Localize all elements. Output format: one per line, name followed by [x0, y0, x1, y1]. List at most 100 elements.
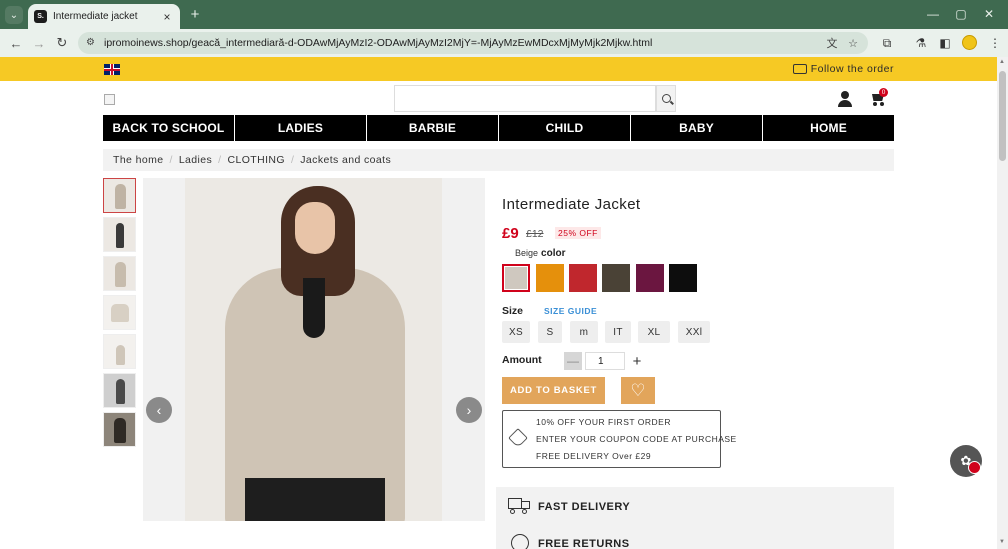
bookmark-star-icon[interactable]: ☆	[846, 36, 860, 50]
fast-delivery-text: FAST DELIVERY	[538, 501, 631, 513]
add-to-basket-button[interactable]: ADD TO BASKET	[502, 377, 605, 404]
main-navigation: BACK TO SCHOOL LADIES BARBIE CHILD BABY …	[103, 115, 894, 141]
notification-dot	[968, 461, 981, 474]
breadcrumb-separator: /	[169, 154, 173, 166]
size-button-xxl[interactable]: XXl	[678, 321, 710, 343]
current-price: £9	[502, 225, 519, 242]
nav-home[interactable]: HOME	[763, 115, 894, 141]
reload-icon[interactable]: ↻	[53, 34, 71, 52]
color-swatch-beige[interactable]	[502, 264, 530, 292]
thumbnail-image[interactable]	[103, 334, 136, 369]
profile-avatar-icon[interactable]	[962, 35, 977, 50]
color-selection-label: Beige color	[515, 248, 565, 259]
labs-flask-icon[interactable]: ⚗	[912, 34, 930, 52]
nav-baby[interactable]: BABY	[631, 115, 763, 141]
free-returns-text: FREE RETURNS	[538, 538, 630, 549]
breadcrumb-ladies[interactable]: Ladies	[179, 154, 212, 166]
product-main-image[interactable]: ‹ ›	[143, 178, 485, 521]
thumbnail-image[interactable]	[103, 412, 136, 447]
minimize-icon[interactable]: —	[923, 5, 943, 23]
discount-badge: 25% OFF	[555, 227, 601, 239]
tab-title: Intermediate jacket	[53, 11, 138, 22]
search-input[interactable]	[394, 85, 656, 112]
address-bar[interactable]: ⚙ ipromoinews.shop/geacă_intermediară-d-…	[78, 32, 868, 54]
promo-coupon-code: ENTER YOUR COUPON CODE AT PURCHASE	[536, 434, 737, 444]
size-button-xl[interactable]: XL	[638, 321, 670, 343]
swatch-fill	[636, 264, 664, 292]
size-button-s[interactable]: S	[538, 321, 562, 343]
features-panel: FAST DELIVERY FREE RETURNS	[496, 487, 894, 549]
color-swatch-plum[interactable]	[636, 264, 664, 292]
nav-ladies[interactable]: LADIES	[235, 115, 367, 141]
wishlist-button[interactable]: ♡	[621, 377, 655, 404]
nav-back-to-school[interactable]: BACK TO SCHOOL	[103, 115, 235, 141]
side-panel-icon[interactable]: ◧	[936, 34, 954, 52]
quantity-increase-button[interactable]: +	[628, 352, 646, 370]
breadcrumb-separator: /	[290, 154, 295, 166]
scrollbar-thumb[interactable]	[999, 71, 1006, 161]
heart-icon: ♡	[630, 381, 646, 400]
color-swatch-black[interactable]	[669, 264, 697, 292]
window-close-icon[interactable]: ✕	[979, 5, 999, 23]
size-button-xs[interactable]: XS	[502, 321, 530, 343]
nav-child[interactable]: CHILD	[499, 115, 631, 141]
breadcrumb-separator: /	[218, 154, 222, 166]
next-image-arrow-icon[interactable]: ›	[456, 397, 482, 423]
translate-icon[interactable]: 文	[825, 36, 839, 50]
size-guide-link[interactable]: SIZE GUIDE	[544, 306, 597, 316]
account-user-icon[interactable]	[837, 91, 853, 107]
browser-tab-active[interactable]: S. Intermediate jacket ×	[28, 4, 180, 29]
tab-close-icon[interactable]: ×	[160, 10, 174, 24]
breadcrumb-jackets[interactable]: Jackets and coats	[300, 154, 391, 166]
forward-arrow-icon[interactable]: →	[30, 34, 48, 52]
thumbnail-image[interactable]	[103, 256, 136, 291]
tab-search-button[interactable]: ⌄	[5, 6, 23, 24]
browser-toolbar: ← → ↻ ⚙ ipromoinews.shop/geacă_intermedi…	[0, 29, 1008, 57]
scroll-up-arrow-icon[interactable]: ▲	[999, 59, 1005, 65]
breadcrumb-clothing[interactable]: CLOTHING	[227, 154, 284, 166]
breadcrumb-home[interactable]: The home	[113, 154, 163, 166]
thumbnail-image[interactable]	[103, 178, 136, 213]
product-title: Intermediate Jacket	[502, 196, 641, 213]
new-tab-icon[interactable]: +	[186, 5, 204, 23]
url-text: ipromoinews.shop/geacă_intermediară-d-OD…	[104, 37, 653, 49]
quantity-input[interactable]: 1	[585, 352, 625, 370]
swatch-fill	[669, 264, 697, 292]
maximize-icon[interactable]: ▢	[951, 5, 971, 23]
size-button-it[interactable]: IT	[605, 321, 631, 343]
uk-flag-icon[interactable]	[104, 64, 120, 75]
back-arrow-icon[interactable]: ←	[7, 34, 25, 52]
site-info-icon[interactable]: ⚙	[86, 37, 98, 49]
product-photo	[185, 178, 442, 521]
selected-color-name: Beige	[515, 248, 539, 258]
prev-image-arrow-icon[interactable]: ‹	[146, 397, 172, 423]
follow-order-text: Follow the order	[810, 63, 894, 75]
follow-order-link[interactable]: Follow the order	[792, 63, 894, 75]
size-button-m[interactable]: m	[570, 321, 598, 343]
color-swatch-red[interactable]	[569, 264, 597, 292]
extensions-icon[interactable]: ⧉	[878, 34, 896, 52]
page-scrollbar[interactable]: ▲ ▼	[997, 57, 1008, 549]
cart-count-badge: 0	[879, 88, 888, 97]
search-icon	[661, 94, 671, 103]
amount-label: Amount	[502, 354, 542, 366]
tab-favicon: S.	[34, 10, 47, 23]
promo-info-box: 10% OFF YOUR FIRST ORDER ENTER YOUR COUP…	[502, 410, 736, 468]
swatch-fill	[602, 264, 630, 292]
thumbnail-image[interactable]	[103, 217, 136, 252]
nav-barbie[interactable]: BARBIE	[367, 115, 499, 141]
scroll-down-arrow-icon[interactable]: ▼	[999, 539, 1005, 545]
color-swatch-orange[interactable]	[536, 264, 564, 292]
thumbnail-image[interactable]	[103, 373, 136, 408]
original-price: £12	[526, 228, 544, 240]
search-button[interactable]	[656, 85, 676, 112]
color-swatch-olive[interactable]	[602, 264, 630, 292]
web-page: Follow the order 0 BACK TO SCHOOL LADIES…	[0, 57, 997, 549]
free-returns-icon	[511, 534, 529, 549]
browser-menu-icon[interactable]: ⋮	[986, 34, 1004, 52]
browser-tabstrip: ⌄ S. Intermediate jacket × + — ▢ ✕	[0, 0, 1008, 29]
quantity-decrease-button[interactable]: —	[564, 352, 582, 370]
thumbnail-image[interactable]	[103, 295, 136, 330]
site-logo-broken-image[interactable]	[104, 94, 115, 105]
top-announcement-bar: Follow the order	[0, 57, 997, 81]
